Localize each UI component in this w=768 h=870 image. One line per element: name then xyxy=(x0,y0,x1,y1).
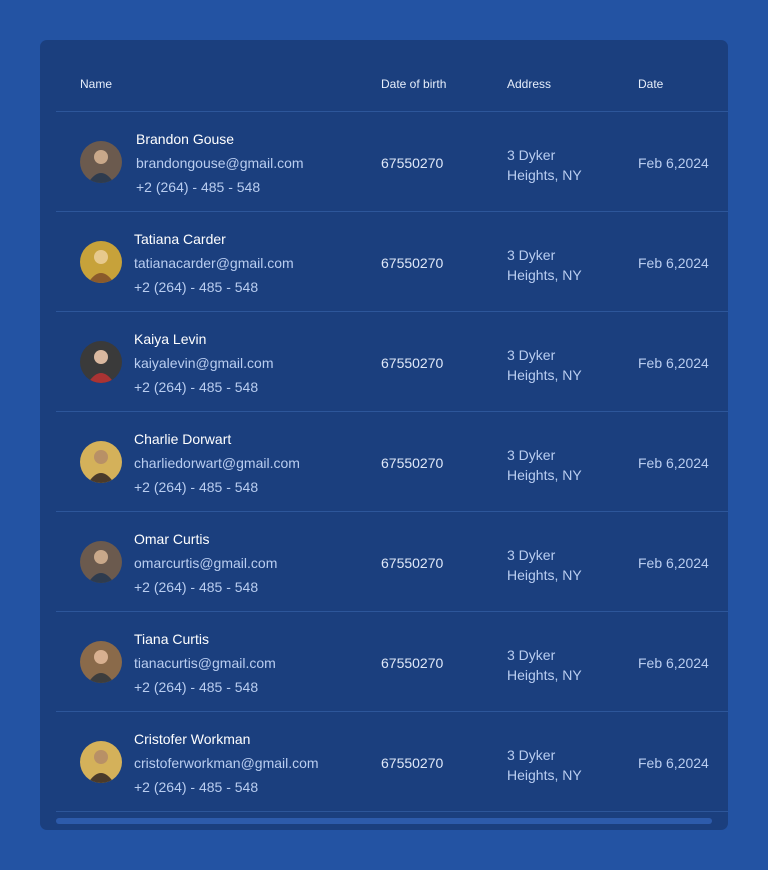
avatar xyxy=(80,441,122,483)
user-phone: +2 (264) - 485 - 548 xyxy=(134,379,259,395)
user-name: Charlie Dorwart xyxy=(134,431,232,447)
users-table-card: Name Date of birth Address Date Brandon … xyxy=(40,40,728,830)
user-email: charliedorwart@gmail.com xyxy=(134,455,300,471)
user-name: Cristofer Workman xyxy=(134,731,251,747)
address-line-1: 3 Dyker xyxy=(507,347,556,363)
user-email: cristoferworkman@gmail.com xyxy=(134,755,319,771)
horizontal-scrollbar[interactable] xyxy=(56,818,712,824)
column-header-date-of-birth[interactable]: Date of birth xyxy=(381,77,446,91)
user-name: Tatiana Carder xyxy=(134,231,226,247)
address-line-1: 3 Dyker xyxy=(507,747,556,763)
user-email: tianacurtis@gmail.com xyxy=(134,655,276,671)
date-of-birth: 67550270 xyxy=(381,555,444,571)
user-phone: +2 (264) - 485 - 548 xyxy=(134,479,259,495)
date: Feb 6,2024 xyxy=(638,755,709,771)
user-photo-icon xyxy=(80,741,122,783)
address-line-2: Heights, NY xyxy=(507,567,582,583)
user-photo-icon xyxy=(80,541,122,583)
user-photo-icon xyxy=(80,441,122,483)
column-header-name[interactable]: Name xyxy=(80,77,112,91)
date: Feb 6,2024 xyxy=(638,255,709,271)
table-header: Name Date of birth Address Date xyxy=(40,40,728,111)
date-of-birth: 67550270 xyxy=(381,455,444,471)
date-of-birth: 67550270 xyxy=(381,655,444,671)
address-line-2: Heights, NY xyxy=(507,167,582,183)
avatar xyxy=(80,141,122,183)
user-photo-icon xyxy=(80,341,122,383)
user-photo-icon xyxy=(80,641,122,683)
user-name: Omar Curtis xyxy=(134,531,210,547)
user-email: brandongouse@gmail.com xyxy=(136,155,304,171)
address-line-2: Heights, NY xyxy=(507,667,582,683)
address: 3 Dyker Heights, NY xyxy=(507,145,582,185)
avatar xyxy=(80,341,122,383)
table-row[interactable]: Charlie Dorwart charliedorwart@gmail.com… xyxy=(40,412,728,512)
avatar xyxy=(80,541,122,583)
table-row[interactable]: Cristofer Workman cristoferworkman@gmail… xyxy=(40,712,728,812)
date: Feb 6,2024 xyxy=(638,555,709,571)
address-line-2: Heights, NY xyxy=(507,267,582,283)
row-divider xyxy=(56,811,728,812)
address-line-2: Heights, NY xyxy=(507,767,582,783)
date: Feb 6,2024 xyxy=(638,655,709,671)
user-name: Brandon Gouse xyxy=(136,131,235,147)
user-photo-icon xyxy=(80,141,122,183)
address: 3 Dyker Heights, NY xyxy=(507,245,582,285)
table-row[interactable]: Omar Curtis omarcurtis@gmail.com +2 (264… xyxy=(40,512,728,612)
date: Feb 6,2024 xyxy=(638,455,709,471)
address: 3 Dyker Heights, NY xyxy=(507,645,582,685)
date-of-birth: 67550270 xyxy=(381,355,444,371)
table-row[interactable]: Kaiya Levin kaiyalevin@gmail.com +2 (264… xyxy=(40,312,728,412)
address-line-1: 3 Dyker xyxy=(507,147,556,163)
user-phone: +2 (264) - 485 - 548 xyxy=(134,679,259,695)
user-phone: +2 (264) - 485 - 548 xyxy=(134,579,259,595)
scrollbar-thumb[interactable] xyxy=(56,818,712,824)
user-email: kaiyalevin@gmail.com xyxy=(134,355,274,371)
date: Feb 6,2024 xyxy=(638,155,709,171)
user-name: Kaiya Levin xyxy=(134,331,207,347)
address-line-1: 3 Dyker xyxy=(507,647,556,663)
column-header-date[interactable]: Date xyxy=(638,77,663,91)
date: Feb 6,2024 xyxy=(638,355,709,371)
user-name: Tiana Curtis xyxy=(134,631,209,647)
address-line-1: 3 Dyker xyxy=(507,547,556,563)
address: 3 Dyker Heights, NY xyxy=(507,445,582,485)
user-email: tatianacarder@gmail.com xyxy=(134,255,294,271)
user-phone: +2 (264) - 485 - 548 xyxy=(134,279,259,295)
user-email: omarcurtis@gmail.com xyxy=(134,555,278,571)
date-of-birth: 67550270 xyxy=(381,155,444,171)
avatar xyxy=(80,641,122,683)
address: 3 Dyker Heights, NY xyxy=(507,745,582,785)
address-line-1: 3 Dyker xyxy=(507,247,556,263)
table-row[interactable]: Tatiana Carder tatianacarder@gmail.com +… xyxy=(40,212,728,312)
address-line-2: Heights, NY xyxy=(507,467,582,483)
address-line-1: 3 Dyker xyxy=(507,447,556,463)
avatar xyxy=(80,241,122,283)
table-row[interactable]: Brandon Gouse brandongouse@gmail.com +2 … xyxy=(40,112,728,212)
column-header-address[interactable]: Address xyxy=(507,77,551,91)
address-line-2: Heights, NY xyxy=(507,367,582,383)
address: 3 Dyker Heights, NY xyxy=(507,545,582,585)
user-photo-icon xyxy=(80,241,122,283)
address: 3 Dyker Heights, NY xyxy=(507,345,582,385)
table-row[interactable]: Tiana Curtis tianacurtis@gmail.com +2 (2… xyxy=(40,612,728,712)
user-phone: +2 (264) - 485 - 548 xyxy=(136,179,261,195)
avatar xyxy=(80,741,122,783)
date-of-birth: 67550270 xyxy=(381,255,444,271)
date-of-birth: 67550270 xyxy=(381,755,444,771)
user-phone: +2 (264) - 485 - 548 xyxy=(134,779,259,795)
